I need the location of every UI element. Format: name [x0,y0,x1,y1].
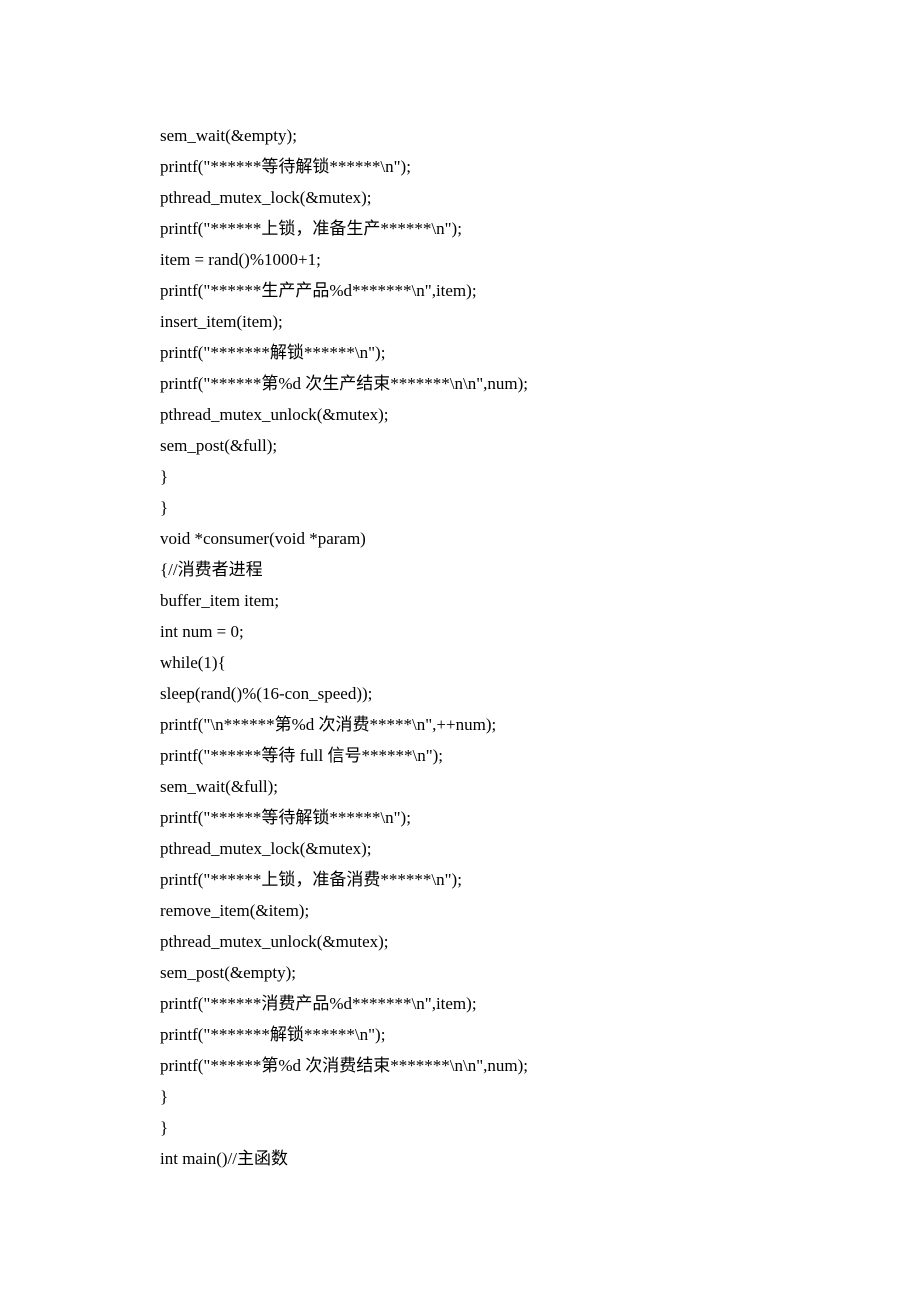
code-page: sem_wait(&empty); printf("******等待解锁****… [0,0,920,1294]
code-line: remove_item(&item); [160,895,760,926]
code-line: pthread_mutex_lock(&mutex); [160,833,760,864]
code-line: item = rand()%1000+1; [160,244,760,275]
code-line: int num = 0; [160,616,760,647]
code-line: printf("******生产产品%d*******\n",item); [160,275,760,306]
code-line: sem_post(&full); [160,430,760,461]
code-line: } [160,1081,760,1112]
code-line: sleep(rand()%(16-con_speed)); [160,678,760,709]
code-line: printf("******等待解锁******\n"); [160,802,760,833]
code-line: int main()//主函数 [160,1143,760,1174]
code-line: printf("*******解锁******\n"); [160,337,760,368]
code-line: sem_wait(&empty); [160,120,760,151]
code-line: printf("******上锁，准备生产******\n"); [160,213,760,244]
code-line: } [160,492,760,523]
code-line: pthread_mutex_unlock(&mutex); [160,399,760,430]
code-line: } [160,1112,760,1143]
code-line: void *consumer(void *param) [160,523,760,554]
code-line: sem_post(&empty); [160,957,760,988]
code-line: insert_item(item); [160,306,760,337]
code-line: pthread_mutex_unlock(&mutex); [160,926,760,957]
code-line: } [160,461,760,492]
code-line: printf("*******解锁******\n"); [160,1019,760,1050]
code-line: sem_wait(&full); [160,771,760,802]
code-line: printf("******第%d 次生产结束*******\n\n",num)… [160,368,760,399]
code-line: printf("******第%d 次消费结束*******\n\n",num)… [160,1050,760,1081]
code-line: buffer_item item; [160,585,760,616]
code-line: printf("******等待解锁******\n"); [160,151,760,182]
code-line: printf("******上锁，准备消费******\n"); [160,864,760,895]
code-line: pthread_mutex_lock(&mutex); [160,182,760,213]
code-line: {//消费者进程 [160,554,760,585]
code-line: while(1){ [160,647,760,678]
code-line: printf("******等待 full 信号******\n"); [160,740,760,771]
code-line: printf("******消费产品%d*******\n",item); [160,988,760,1019]
code-line: printf("\n******第%d 次消费*****\n",++num); [160,709,760,740]
